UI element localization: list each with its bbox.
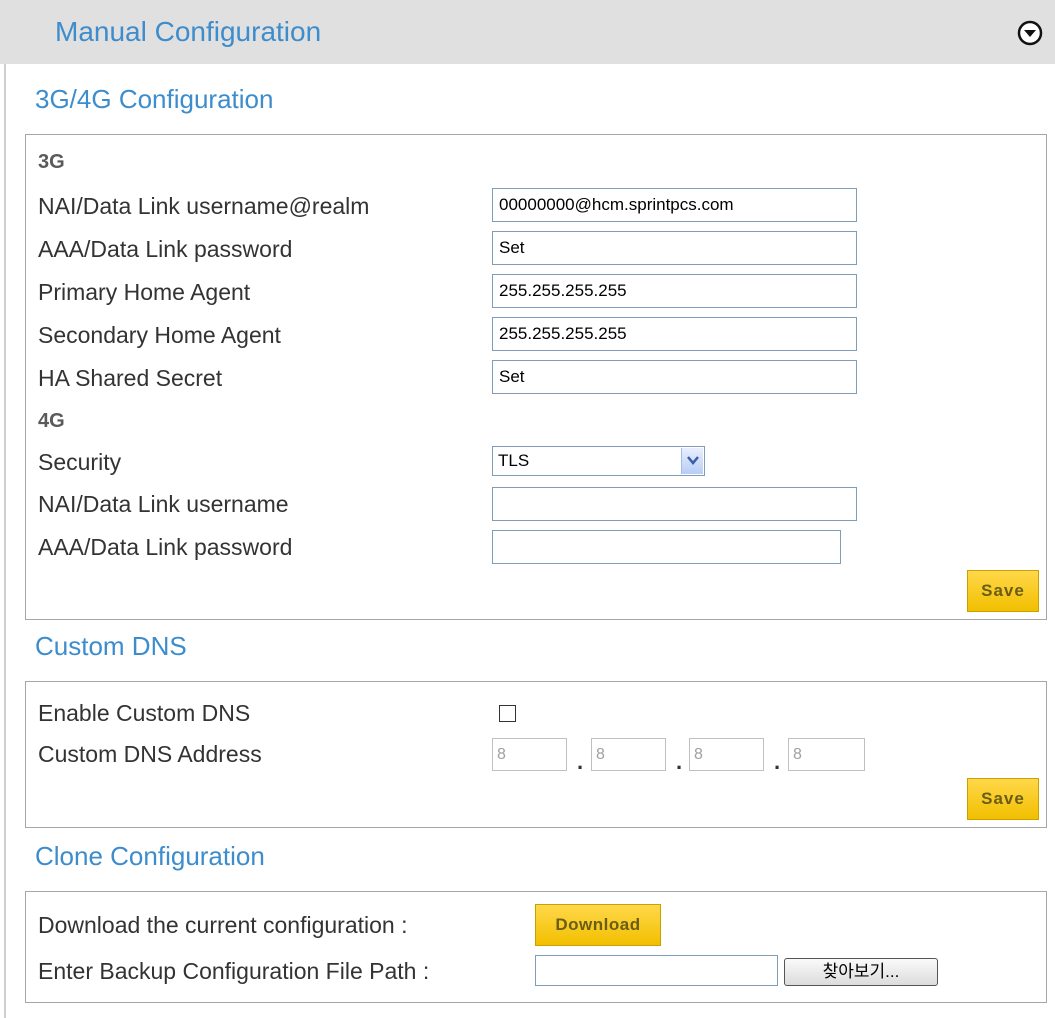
nai-username-label: NAI/Data Link username (38, 491, 289, 517)
dns-octet-3[interactable]: 8 (689, 738, 764, 771)
section-title-config: 3G/4G Configuration (35, 84, 274, 114)
ha-secret-label: HA Shared Secret (38, 365, 223, 391)
section-title-clone: Clone Configuration (35, 841, 265, 871)
primary-ha-input[interactable] (492, 274, 857, 308)
save-config-button[interactable]: Save (967, 570, 1039, 612)
dns-dot-separator: . (577, 749, 584, 774)
secondary-ha-label: Secondary Home Agent (38, 322, 281, 348)
dns-address-label: Custom DNS Address (38, 741, 262, 767)
primary-ha-label: Primary Home Agent (38, 279, 251, 305)
enable-dns-checkbox[interactable] (499, 705, 516, 722)
backup-path-input[interactable] (535, 955, 778, 986)
backup-path-label: Enter Backup Configuration File Path : (38, 958, 430, 984)
dns-dot-separator: . (774, 749, 781, 774)
download-button[interactable]: Download (535, 904, 661, 946)
ha-secret-input[interactable] (492, 360, 857, 394)
dns-octet-1[interactable]: 8 (492, 738, 567, 771)
chevron-down-icon[interactable] (681, 448, 703, 474)
3g-heading: 3G (38, 151, 65, 173)
security-label: Security (38, 449, 122, 475)
download-config-label: Download the current configuration : (38, 912, 408, 938)
nai-username-input[interactable] (492, 487, 857, 521)
aaa-password-4g-label: AAA/Data Link password (38, 534, 293, 560)
dns-dot-separator: . (676, 749, 683, 774)
security-select[interactable]: TLS (492, 446, 705, 476)
nai-realm-input[interactable] (492, 188, 857, 222)
page-title: Manual Configuration (55, 16, 322, 47)
collapse-icon[interactable] (1017, 20, 1043, 46)
enable-dns-label: Enable Custom DNS (38, 700, 251, 726)
secondary-ha-input[interactable] (492, 317, 857, 351)
aaa-password-label: AAA/Data Link password (38, 236, 293, 262)
dns-octet-4[interactable]: 8 (788, 738, 865, 771)
security-select-value: TLS (498, 451, 530, 470)
aaa-password-4g-input[interactable] (492, 530, 841, 564)
left-rule (4, 64, 6, 1018)
save-dns-button[interactable]: Save (967, 778, 1039, 820)
nai-realm-label: NAI/Data Link username@realm (38, 193, 370, 219)
4g-heading: 4G (38, 410, 65, 432)
dns-octet-2[interactable]: 8 (591, 738, 666, 771)
aaa-password-input[interactable] (492, 231, 857, 265)
browse-button[interactable]: 찾아보기... (784, 958, 938, 986)
section-title-dns: Custom DNS (35, 631, 187, 661)
